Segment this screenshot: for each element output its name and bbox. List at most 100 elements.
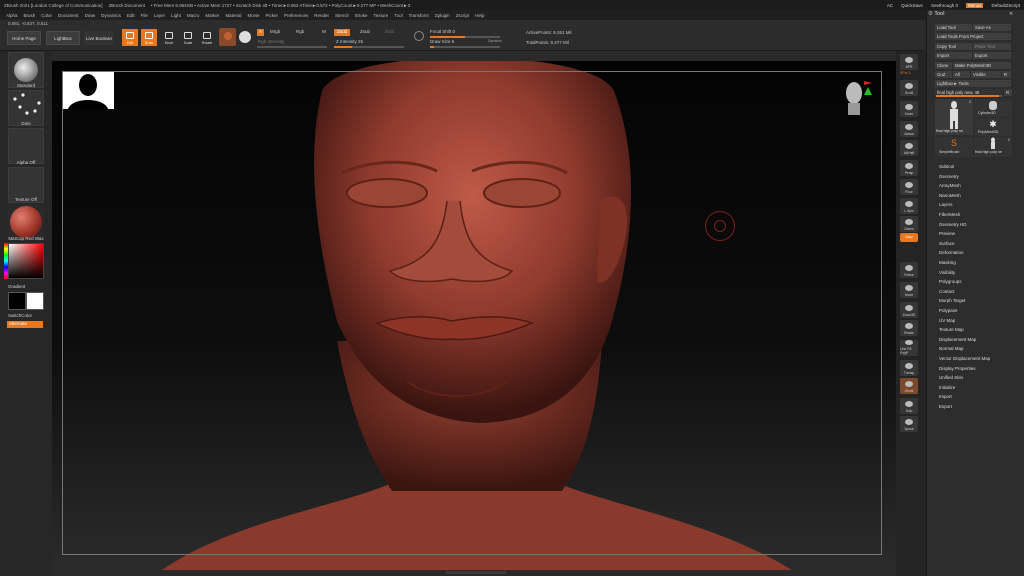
- z-intensity-track[interactable]: [334, 46, 404, 48]
- aahalf-button[interactable]: AAHalf: [900, 140, 918, 156]
- ac-button[interactable]: AC: [887, 3, 893, 8]
- subpalette-texture-map[interactable]: Texture Map: [939, 327, 964, 332]
- bottom-scrollbar[interactable]: [446, 571, 506, 574]
- gizmo-button[interactable]: Gizmo: [900, 216, 918, 232]
- menu-file[interactable]: File: [141, 13, 148, 18]
- paste-tool-button[interactable]: Paste Tool: [973, 43, 1011, 50]
- scroll-button[interactable]: Scroll: [900, 80, 918, 96]
- lightbox-button[interactable]: LightBox: [46, 31, 80, 45]
- menu-zscript[interactable]: Zscript: [456, 13, 470, 18]
- load-tools-from-project-button[interactable]: Load Tools From Project: [935, 33, 1011, 40]
- menu-document[interactable]: Document: [58, 13, 79, 18]
- subpalette-display-properties[interactable]: Display Properties: [939, 366, 976, 371]
- menu-stroke[interactable]: Stroke: [355, 13, 368, 18]
- subpalette-uv-map[interactable]: UV Map: [939, 318, 955, 323]
- brush-alpha-icon[interactable]: [239, 31, 251, 43]
- subpalette-displacement-map[interactable]: Displacement Map: [939, 337, 976, 342]
- subpalette-import[interactable]: Import: [939, 394, 952, 399]
- copy-tool-button[interactable]: Copy Tool: [935, 43, 972, 50]
- goz-all-button[interactable]: All: [953, 71, 970, 78]
- actual-button[interactable]: Actual: [900, 121, 918, 137]
- move-mode-button[interactable]: Move: [161, 29, 177, 46]
- menu-zplugin[interactable]: Zplugin: [435, 13, 450, 18]
- seethrough-slider[interactable]: Seethrough 0: [931, 3, 958, 8]
- hue-strip[interactable]: [4, 243, 8, 279]
- subpalette-masking[interactable]: Masking: [939, 260, 956, 265]
- subpalette-subtool[interactable]: Subtool: [939, 164, 954, 169]
- menu-texture[interactable]: Texture: [374, 13, 389, 18]
- transp-button[interactable]: Transp: [900, 360, 918, 376]
- rgb-intensity-track[interactable]: [257, 46, 327, 48]
- alternate-button[interactable]: Alternate: [7, 321, 43, 328]
- persp-button[interactable]: Persp: [900, 160, 918, 176]
- menus-button[interactable]: Menus: [965, 2, 984, 8]
- focal-shift-slider[interactable]: Focal Shift 0: [430, 29, 455, 34]
- subpalette-polygroups[interactable]: Polygroups: [939, 279, 962, 284]
- subpalette-layers[interactable]: Layers: [939, 202, 953, 207]
- color-picker[interactable]: [8, 243, 44, 279]
- ghost-button[interactable]: Ghost: [900, 378, 918, 394]
- menu-preferences[interactable]: Preferences: [284, 13, 308, 18]
- current-tool-r-button[interactable]: R: [1004, 89, 1012, 96]
- subpalette-fibermesh[interactable]: FiberMesh: [939, 212, 960, 217]
- menu-help[interactable]: Help: [475, 13, 484, 18]
- rgb-intensity-slider[interactable]: Rgb Intensity: [258, 39, 284, 44]
- xpose-button[interactable]: Xpose: [900, 416, 918, 432]
- subpalette-contact[interactable]: Contact: [939, 289, 955, 294]
- goz-r-button[interactable]: R: [1002, 71, 1011, 78]
- subpalette-visibility[interactable]: Visibility: [939, 270, 955, 275]
- subpalette-geometry-hd[interactable]: Geometry HD: [939, 222, 967, 227]
- dynamic-toggle[interactable]: Dynamic: [488, 39, 502, 43]
- zoom3d-button[interactable]: Zoom3D: [900, 302, 918, 318]
- zoom-button[interactable]: Zoom: [900, 101, 918, 117]
- subpalette-arraymesh[interactable]: ArrayMesh: [939, 183, 961, 188]
- line-fill-button[interactable]: Line Fill PolyF: [900, 340, 918, 356]
- rotate-view-button[interactable]: Rotate: [900, 320, 918, 336]
- a-button[interactable]: A: [257, 29, 265, 36]
- menu-light[interactable]: Light: [171, 13, 181, 18]
- load-tool-button[interactable]: Load Tool: [935, 24, 972, 31]
- make-polymesh-button[interactable]: Make PolyMesh3D: [953, 62, 1011, 69]
- subpalette-preview[interactable]: Preview: [939, 231, 955, 236]
- bpr-button[interactable]: BPR: [900, 54, 918, 70]
- menu-movie[interactable]: Movie: [247, 13, 259, 18]
- rgb-button[interactable]: Rgb: [296, 29, 304, 34]
- subpalette-export[interactable]: Export: [939, 404, 952, 409]
- material-button[interactable]: [8, 204, 44, 240]
- save-as-button[interactable]: Save As: [973, 24, 1011, 31]
- draw-size-track[interactable]: [430, 46, 500, 48]
- menu-marker[interactable]: Marker: [205, 13, 219, 18]
- menu-material[interactable]: Material: [225, 13, 241, 18]
- subpalette-geometry[interactable]: Geometry: [939, 174, 959, 179]
- subpalette-polypaint[interactable]: Polypaint: [939, 308, 958, 313]
- close-icon[interactable]: ✕: [1009, 11, 1017, 18]
- switchcolor-button[interactable]: SwitchColor: [8, 313, 44, 318]
- zcut-button[interactable]: Zcut: [385, 29, 394, 34]
- lightbox-tools-button[interactable]: Lightbox► Tools: [935, 80, 1011, 87]
- z-intensity-slider[interactable]: Z Intensity 25: [336, 39, 363, 44]
- tool-thumb-final-2[interactable]: final high poly ne 2: [974, 137, 1012, 157]
- live-boolean-button[interactable]: Live Boolean: [84, 31, 114, 45]
- export-button[interactable]: Export: [973, 52, 1011, 59]
- secondary-color-swatch[interactable]: [26, 292, 44, 310]
- default-zscript-button[interactable]: DefaultZScript: [991, 3, 1020, 8]
- home-page-button[interactable]: Home Page: [7, 31, 41, 45]
- menu-dynamics[interactable]: Dynamics: [101, 13, 121, 18]
- import-button[interactable]: Import: [935, 52, 972, 59]
- scale-mode-button[interactable]: Scale: [180, 29, 196, 46]
- edit-mode-button[interactable]: Edit: [122, 29, 138, 46]
- move-view-button[interactable]: Move: [900, 282, 918, 298]
- subpalette-nanomesh[interactable]: NanoMesh: [939, 193, 961, 198]
- current-tool-track[interactable]: [936, 95, 1002, 97]
- subpalette-initialize[interactable]: Initialize: [939, 385, 955, 390]
- draw-mode-button[interactable]: Draw: [141, 29, 157, 46]
- quicksave-button[interactable]: QuickSave: [901, 3, 923, 8]
- m-button[interactable]: M: [322, 29, 326, 34]
- subpalette-deformation[interactable]: Deformation: [939, 250, 964, 255]
- goz-visible-button[interactable]: Visible: [971, 71, 1001, 78]
- subpalette-unified-skin[interactable]: Unified Skin: [939, 375, 963, 380]
- goz-button[interactable]: GoZ: [935, 71, 952, 78]
- xyz-symmetry-button[interactable]: Qxyz: [900, 233, 918, 242]
- spix-slider[interactable]: SPix 3: [900, 71, 910, 75]
- tool-thumb-simplebrush[interactable]: S SimpleBrush: [935, 137, 973, 157]
